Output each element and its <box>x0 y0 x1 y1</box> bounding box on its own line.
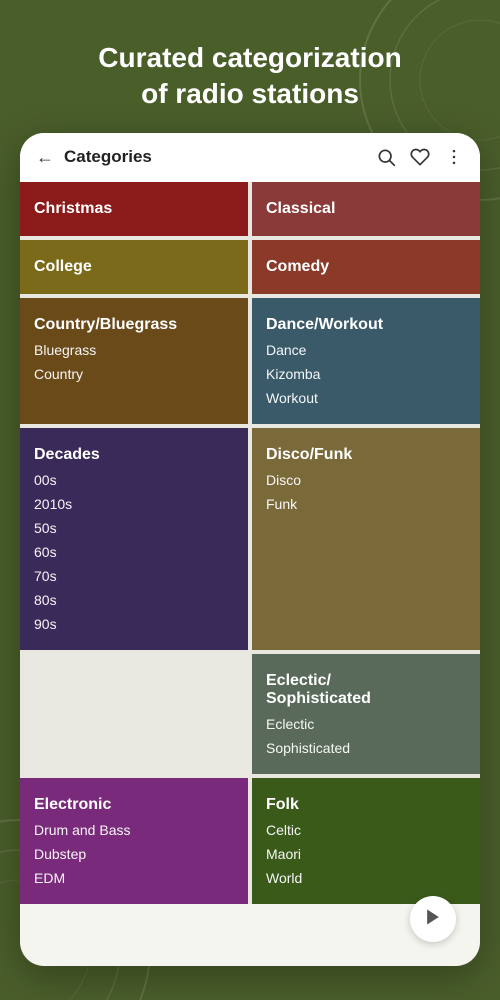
back-button[interactable]: ← <box>36 147 54 168</box>
sub-dubstep[interactable]: Dubstep <box>34 846 234 862</box>
sub-maori[interactable]: Maori <box>266 846 466 862</box>
category-disco[interactable]: Disco/Funk Disco Funk <box>252 428 480 650</box>
category-college[interactable]: College <box>20 240 248 294</box>
category-comedy[interactable]: Comedy <box>252 240 480 294</box>
favorites-button[interactable] <box>410 147 430 167</box>
phone-frame: ← Categories Ch <box>20 133 480 966</box>
sub-50s[interactable]: 50s <box>34 520 234 536</box>
hero-section: Curated categorizationof radio stations <box>0 0 500 133</box>
sub-eclectic[interactable]: Eclectic <box>266 716 466 732</box>
sub-kizomba[interactable]: Kizomba <box>266 366 466 382</box>
sub-world[interactable]: World <box>266 870 466 886</box>
category-dance[interactable]: Dance/Workout Dance Kizomba Workout <box>252 298 480 424</box>
category-decades[interactable]: Decades 00s 2010s 50s 60s 70s 80s 90s <box>20 428 248 650</box>
category-country[interactable]: Country/Bluegrass Bluegrass Country <box>20 298 248 424</box>
sub-70s[interactable]: 70s <box>34 568 234 584</box>
category-eclectic[interactable]: Eclectic/Sophisticated Eclectic Sophisti… <box>252 654 480 774</box>
sub-90s[interactable]: 90s <box>34 616 234 632</box>
sub-edm[interactable]: EDM <box>34 870 234 886</box>
sub-2010s[interactable]: 2010s <box>34 496 234 512</box>
search-button[interactable] <box>376 147 396 167</box>
category-classical[interactable]: Classical <box>252 182 480 236</box>
sub-workout[interactable]: Workout <box>266 390 466 406</box>
sub-00s[interactable]: 00s <box>34 472 234 488</box>
hero-title: Curated categorizationof radio stations <box>40 40 460 113</box>
sub-60s[interactable]: 60s <box>34 544 234 560</box>
more-options-button[interactable] <box>444 147 464 167</box>
category-folk[interactable]: Folk Celtic Maori World <box>252 778 480 904</box>
sub-drum-and-bass[interactable]: Drum and Bass <box>34 822 234 838</box>
sub-disco[interactable]: Disco <box>266 472 466 488</box>
sub-dance[interactable]: Dance <box>266 342 466 358</box>
category-christmas[interactable]: Christmas <box>20 182 248 236</box>
sub-80s[interactable]: 80s <box>34 592 234 608</box>
sub-country[interactable]: Country <box>34 366 234 382</box>
sub-sophisticated[interactable]: Sophisticated <box>266 740 466 756</box>
category-electronic[interactable]: Electronic Drum and Bass Dubstep EDM <box>20 778 248 904</box>
page-title: Categories <box>64 147 152 167</box>
categories-grid: Christmas Classical College Comedy Count… <box>20 182 480 904</box>
sub-funk[interactable]: Funk <box>266 496 466 512</box>
play-button[interactable] <box>410 896 456 942</box>
sub-bluegrass[interactable]: Bluegrass <box>34 342 234 358</box>
sub-celtic[interactable]: Celtic <box>266 822 466 838</box>
app-header: ← Categories <box>20 133 480 182</box>
